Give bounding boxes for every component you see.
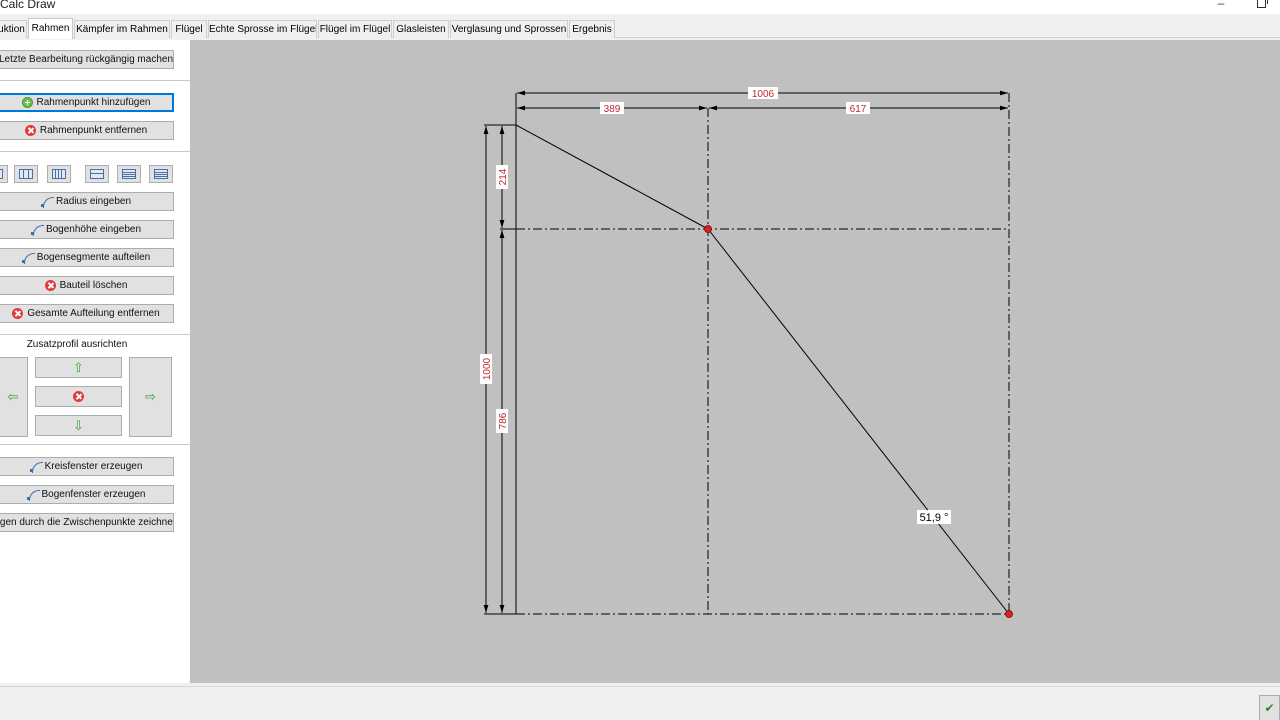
create-arch-window-label: Bogenfenster erzeugen xyxy=(41,489,146,500)
tab-kaempfer-im-rahmen[interactable]: Kämpfer im Rahmen xyxy=(74,20,170,38)
undo-button[interactable]: Letzte Bearbeitung rückgängig machen xyxy=(0,50,174,69)
dim-total-width: 1006 xyxy=(752,89,775,100)
arc-icon xyxy=(40,196,54,208)
enter-radius-button[interactable]: Radius eingeben xyxy=(0,192,174,211)
split-horizontal-1-button[interactable] xyxy=(85,165,109,183)
draw-arc-through-points-button[interactable]: Bogen durch die Zwischenpunkte zeichnen xyxy=(0,513,174,532)
angle-label: 51,9 ° xyxy=(920,512,949,524)
tab-echte-sprosse[interactable]: Echte Sprosse im Flügel xyxy=(208,20,317,38)
delete-part-label: Bauteil löschen xyxy=(59,280,128,291)
arrow-up-icon: ⇧ xyxy=(73,359,84,375)
frame-slope-upper xyxy=(515,124,709,230)
delete-part-button[interactable]: Bauteil löschen xyxy=(0,276,174,295)
frame-point[interactable] xyxy=(704,225,712,233)
tab-bar: uktion Rahmen Kämpfer im Rahmen Flügel E… xyxy=(0,18,1280,39)
drawing-canvas[interactable]: 1006 389 617 1000 214 786 51,9 ° xyxy=(190,40,1280,683)
divider xyxy=(0,444,190,445)
sidebar: Letzte Bearbeitung rückgängig machen Rah… xyxy=(0,40,190,683)
divider xyxy=(0,151,190,152)
remove-icon xyxy=(24,125,36,136)
tab-glasleisten[interactable]: Glasleisten xyxy=(393,20,449,38)
dim-bottom-height: 786 xyxy=(498,412,509,429)
tab-fluegel-im-fluegel[interactable]: Flügel im Flügel xyxy=(318,20,392,38)
create-circle-window-label: Kreisfenster erzeugen xyxy=(44,461,143,472)
tab-verglasung-sprossen[interactable]: Verglasung und Sprossen xyxy=(450,20,568,38)
remove-frame-point-label: Rahmenpunkt entfernen xyxy=(39,125,148,136)
dim-top-height: 214 xyxy=(498,168,509,185)
enter-radius-label: Radius eingeben xyxy=(55,196,132,207)
frame-outline xyxy=(515,124,1010,615)
create-arch-window-button[interactable]: Bogenfenster erzeugen xyxy=(0,485,174,504)
divider xyxy=(0,334,190,335)
split-vertical-icon xyxy=(19,169,33,179)
split-horizontal-icon xyxy=(90,169,104,179)
split-vertical-1-button[interactable] xyxy=(0,165,8,183)
split-horizontal-2-icon xyxy=(122,169,136,179)
align-down-button[interactable]: ⇩ xyxy=(35,415,122,436)
align-reset-button[interactable] xyxy=(35,386,122,407)
delete-icon xyxy=(12,308,24,319)
add-frame-point-label: Rahmenpunkt hinzufügen xyxy=(36,97,151,108)
align-up-button[interactable]: ⇧ xyxy=(35,357,122,378)
tab-konstruktion[interactable]: uktion xyxy=(0,20,27,38)
arc-icon xyxy=(30,224,44,236)
checkmark-icon: ✔ xyxy=(1264,701,1275,715)
minimize-button[interactable]: – xyxy=(1213,0,1229,10)
status-bar: ✔ xyxy=(0,686,1280,720)
add-frame-point-button[interactable]: Rahmenpunkt hinzufügen xyxy=(0,93,174,112)
restore-icon[interactable] xyxy=(1257,0,1269,8)
align-left-button[interactable]: ⇦ xyxy=(0,357,28,437)
delete-icon xyxy=(73,391,84,402)
create-circle-window-button[interactable]: Kreisfenster erzeugen xyxy=(0,457,174,476)
align-right-button[interactable]: ⇨ xyxy=(129,357,172,437)
arc-icon xyxy=(21,252,35,264)
dim-total-height: 1000 xyxy=(482,357,493,380)
tab-rahmen[interactable]: Rahmen xyxy=(28,18,73,39)
tab-ergebnis[interactable]: Ergebnis xyxy=(569,20,615,38)
split-vertical-2-button[interactable] xyxy=(14,165,38,183)
arrow-right-icon: ⇨ xyxy=(145,389,156,404)
align-profile-label: Zusatzprofil ausrichten xyxy=(26,339,128,350)
window-title: Calc Draw xyxy=(0,0,56,11)
tab-fluegel[interactable]: Flügel xyxy=(171,20,207,38)
title-bar: Calc Draw – xyxy=(0,0,1280,14)
split-arc-segments-button[interactable]: Bogensegmente aufteilen xyxy=(0,248,174,267)
remove-all-division-button[interactable]: Gesamte Aufteilung entfernen xyxy=(0,304,174,323)
enter-arc-height-label: Bogenhöhe eingeben xyxy=(45,224,142,235)
frame-slope-lower xyxy=(707,228,1010,615)
split-vertical-3-button[interactable] xyxy=(47,165,71,183)
split-vertical-3-icon xyxy=(52,169,66,179)
enter-arc-height-button[interactable]: Bogenhöhe eingeben xyxy=(0,220,174,239)
arrow-down-icon: ⇩ xyxy=(73,417,84,433)
divider xyxy=(0,80,190,81)
add-icon xyxy=(21,97,33,108)
dim-right-width: 617 xyxy=(850,104,867,115)
split-horizontal-3-button[interactable] xyxy=(149,165,173,183)
remove-all-division-label: Gesamte Aufteilung entfernen xyxy=(27,308,160,319)
ok-button[interactable]: ✔ xyxy=(1259,695,1280,720)
split-horizontal-2-button[interactable] xyxy=(117,165,141,183)
split-arc-segments-label: Bogensegmente aufteilen xyxy=(36,252,151,263)
split-horizontal-3-icon xyxy=(154,169,168,179)
construction-lines xyxy=(516,93,1010,615)
arc-icon xyxy=(26,489,40,501)
remove-frame-point-button[interactable]: Rahmenpunkt entfernen xyxy=(0,121,174,140)
split-vertical-icon xyxy=(0,169,3,179)
dimension-lines xyxy=(483,90,1008,613)
undo-label: Letzte Bearbeitung rückgängig machen xyxy=(0,54,174,65)
dim-left-width: 389 xyxy=(604,104,621,115)
draw-arc-through-points-label: Bogen durch die Zwischenpunkte zeichnen xyxy=(0,517,174,528)
arrow-left-icon: ⇦ xyxy=(7,389,19,404)
frame-drawing[interactable]: 1006 389 617 1000 214 786 51,9 ° xyxy=(190,40,1280,683)
delete-icon xyxy=(44,280,56,291)
arc-icon xyxy=(29,461,43,473)
frame-point[interactable] xyxy=(1005,610,1013,618)
